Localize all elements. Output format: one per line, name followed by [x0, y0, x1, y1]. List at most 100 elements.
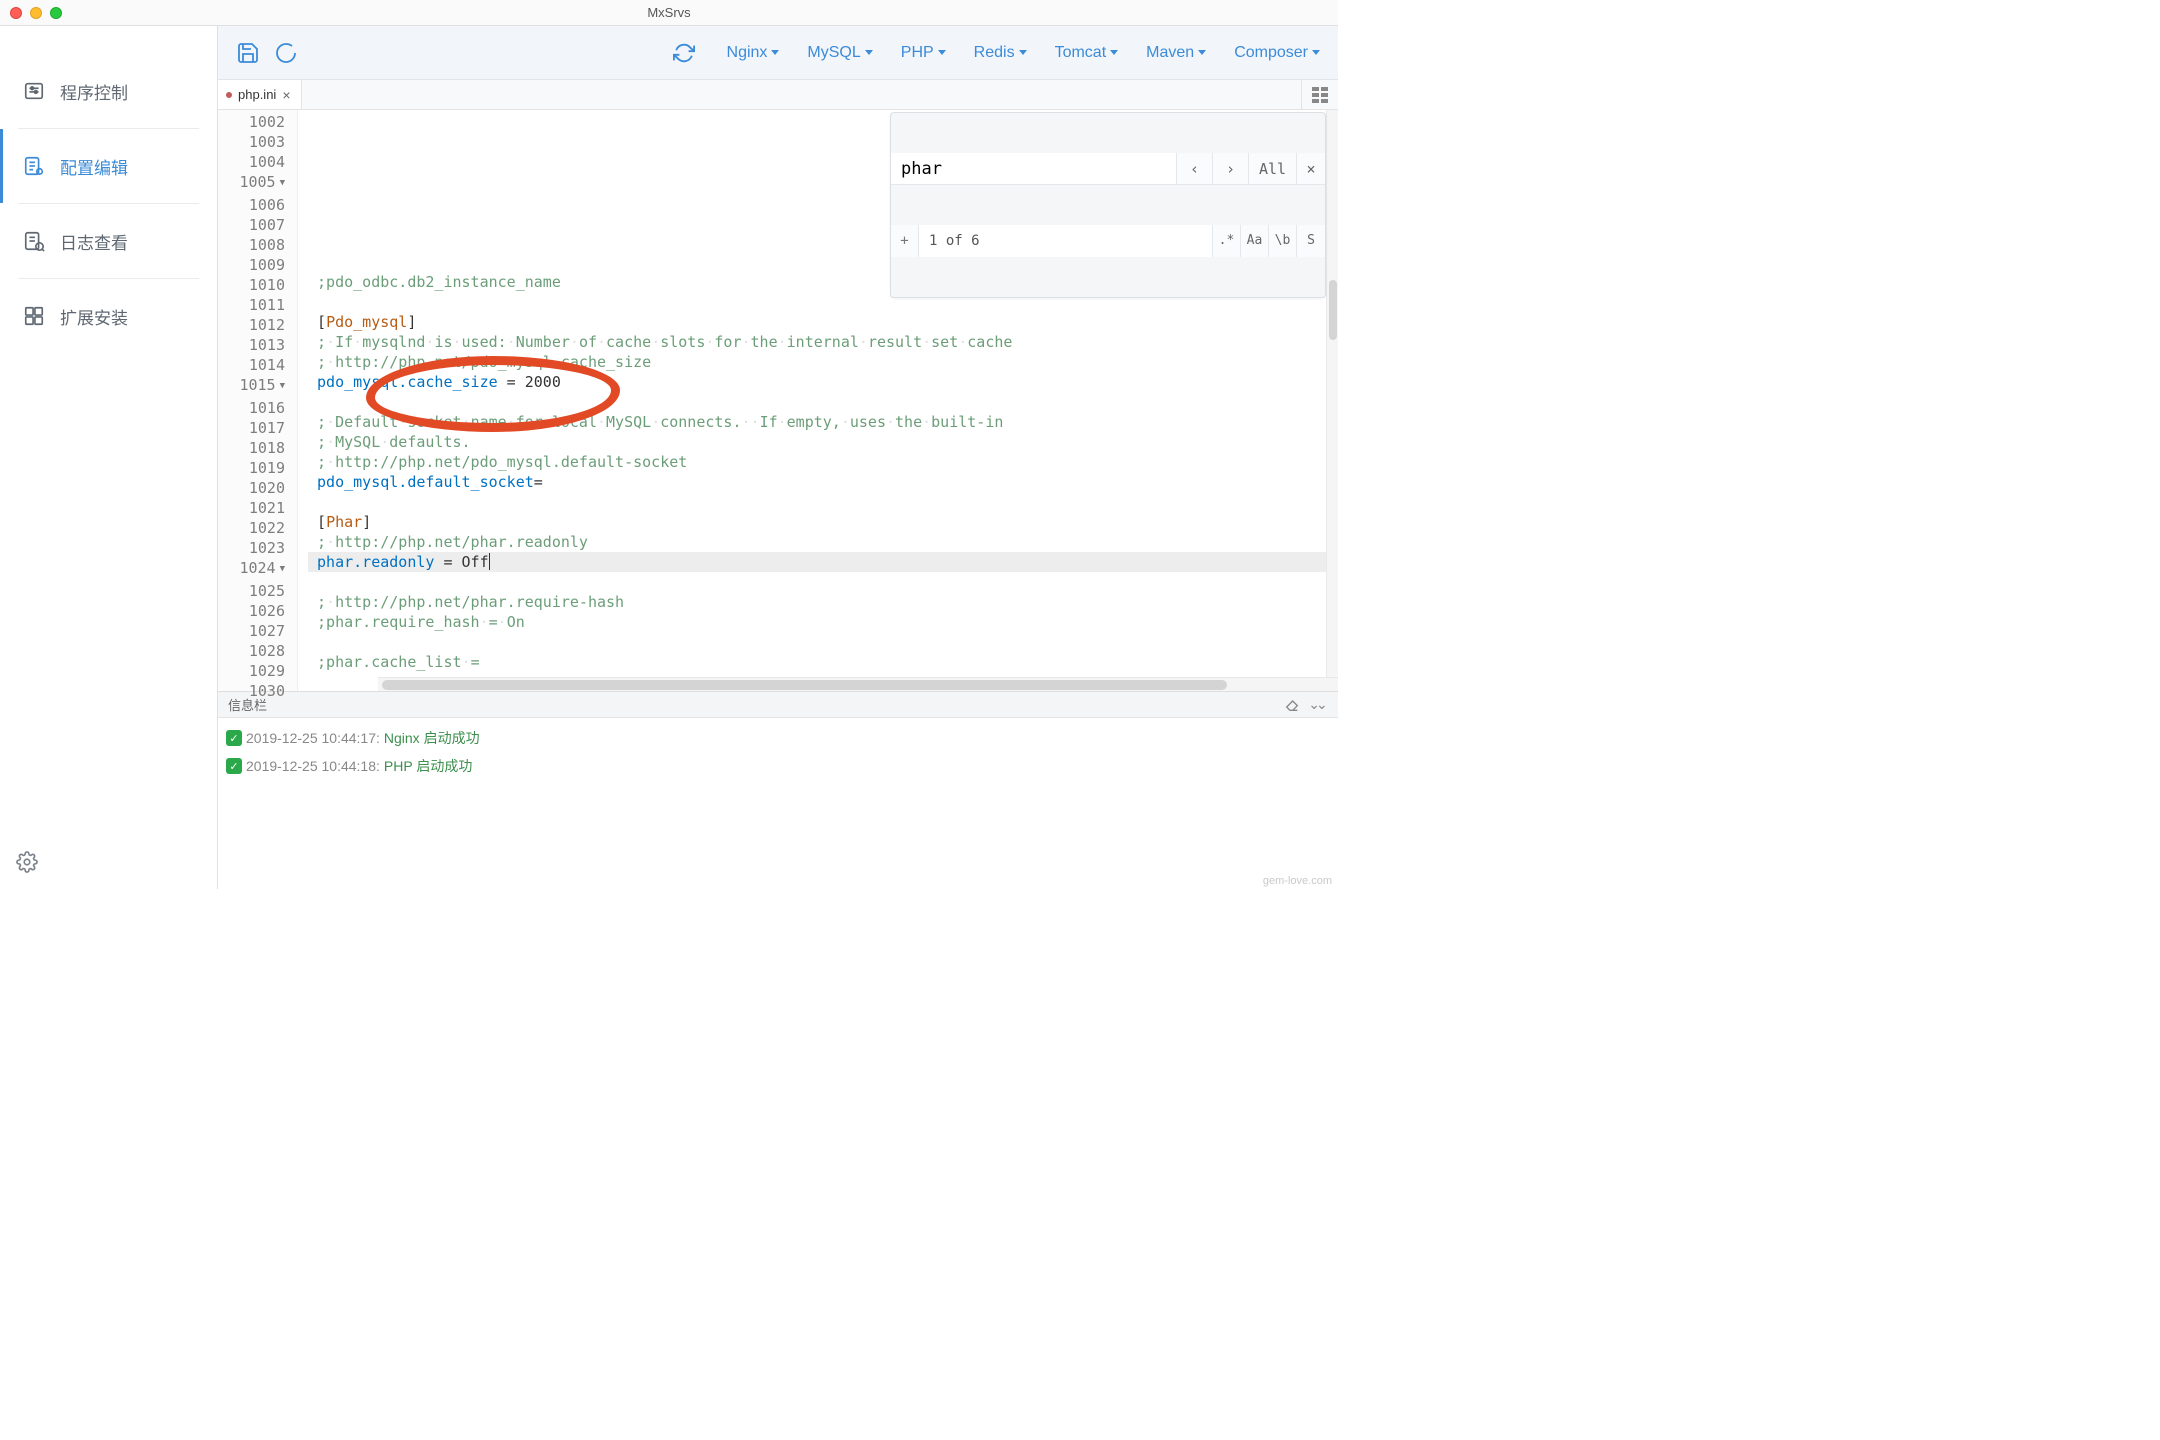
- plus-icon: +: [900, 231, 908, 251]
- zoom-window-button[interactable]: [50, 7, 62, 19]
- code-line[interactable]: ;·MySQL·defaults.: [308, 432, 1338, 452]
- code-line[interactable]: ;·If·mysqlnd·is·used:·Number·of·cache·sl…: [308, 332, 1338, 352]
- menu-label: Nginx: [727, 44, 768, 62]
- service-menu-mysql[interactable]: MySQL: [807, 44, 872, 62]
- find-wholeword-toggle[interactable]: \b: [1269, 225, 1297, 257]
- log-row: ✓2019-12-25 10:44:17: Nginx 启动成功: [226, 724, 1330, 752]
- sidebar-item-label: 扩展安装: [60, 304, 128, 329]
- minimize-window-button[interactable]: [30, 7, 42, 19]
- find-panel: ‹ › All × + 1 of 6 .* Aa \b S: [890, 112, 1326, 298]
- find-input[interactable]: [891, 153, 1177, 184]
- code-line[interactable]: ;·Default·socket·name·for·local·MySQL·co…: [308, 412, 1338, 432]
- log-icon: [22, 230, 46, 252]
- code-line[interactable]: ;·http://php.net/pdo_mysql.cache_size: [308, 352, 1338, 372]
- save-icon: [236, 41, 260, 65]
- code-line[interactable]: [Phar]: [308, 512, 1338, 532]
- sidebar-item-2[interactable]: 日志查看: [0, 204, 217, 278]
- chevron-double-down-icon: ⌄⌄: [1308, 696, 1323, 713]
- code-line[interactable]: pdo_mysql.cache_size = 2000: [308, 372, 1338, 392]
- sidebar-item-label: 日志查看: [60, 229, 128, 254]
- scroll-thumb[interactable]: [382, 680, 1227, 690]
- scroll-thumb[interactable]: [1329, 280, 1337, 340]
- refresh-icon: [274, 41, 298, 65]
- find-selection-toggle[interactable]: S: [1297, 225, 1325, 257]
- code-line[interactable]: [308, 572, 1338, 592]
- find-close-button[interactable]: ×: [1297, 153, 1325, 184]
- code-line[interactable]: ;·http://php.net/pdo_mysql.default-socke…: [308, 452, 1338, 472]
- code-line[interactable]: [308, 492, 1338, 512]
- service-menu-composer[interactable]: Composer: [1234, 44, 1320, 62]
- find-case-toggle[interactable]: Aa: [1241, 225, 1269, 257]
- menu-label: MySQL: [807, 44, 860, 62]
- sidebar-item-0[interactable]: 程序控制: [0, 54, 217, 128]
- caret-down-icon: [865, 50, 873, 55]
- service-menu-nginx[interactable]: Nginx: [727, 44, 780, 62]
- close-icon: ×: [1306, 159, 1315, 179]
- split-view-button[interactable]: [1301, 80, 1338, 109]
- close-window-button[interactable]: [10, 7, 22, 19]
- service-menu-tomcat[interactable]: Tomcat: [1055, 44, 1119, 62]
- menu-label: PHP: [901, 44, 934, 62]
- dirty-indicator-icon: [226, 92, 232, 98]
- caret-down-icon: [1198, 50, 1206, 55]
- service-menu-redis[interactable]: Redis: [974, 44, 1027, 62]
- caret-down-icon: [1312, 50, 1320, 55]
- caret-down-icon: [771, 50, 779, 55]
- chevron-right-icon: ›: [1226, 159, 1235, 179]
- ext-icon: [22, 305, 46, 327]
- code-line[interactable]: pdo_mysql.default_socket=: [308, 472, 1338, 492]
- settings-gear[interactable]: [0, 839, 217, 889]
- find-regex-toggle[interactable]: .*: [1213, 225, 1241, 257]
- code-line[interactable]: [308, 632, 1338, 652]
- find-all-button[interactable]: All: [1249, 153, 1297, 184]
- info-collapse-button[interactable]: ⌄⌄: [1304, 696, 1328, 713]
- find-prev-button[interactable]: ‹: [1177, 153, 1213, 184]
- gear-icon: [16, 851, 38, 873]
- code-line[interactable]: ;phar.cache_list·=: [308, 652, 1338, 672]
- chevron-left-icon: ‹: [1190, 159, 1199, 179]
- window-title: MxSrvs: [10, 5, 1328, 20]
- info-panel: 信息栏 ⌄⌄ ✓2019-12-25 10:44:17: Nginx 启动成功✓…: [218, 691, 1338, 889]
- menu-label: Composer: [1234, 44, 1308, 62]
- editor-vscrollbar[interactable]: [1326, 110, 1338, 677]
- code-line[interactable]: [308, 392, 1338, 412]
- titlebar: MxSrvs: [0, 0, 1338, 26]
- sidebar-item-1[interactable]: 配置编辑: [0, 129, 217, 203]
- caret-down-icon: [1019, 50, 1027, 55]
- editor-tabbar: php.ini ×: [218, 80, 1338, 110]
- sidebar-item-label: 配置编辑: [60, 154, 128, 179]
- eraser-icon: [1284, 697, 1300, 713]
- tab-label: php.ini: [238, 87, 276, 102]
- service-menu-maven[interactable]: Maven: [1146, 44, 1206, 62]
- editor-hscrollbar[interactable]: [378, 677, 1338, 691]
- editor-toolbar: Nginx MySQL PHP Redis Tomcat Maven Composer: [218, 26, 1338, 80]
- code-line[interactable]: ;phar.require_hash·=·On: [308, 612, 1338, 632]
- code-line[interactable]: [Pdo_mysql]: [308, 312, 1338, 332]
- refresh-button[interactable]: [274, 41, 298, 65]
- save-button[interactable]: [236, 41, 260, 65]
- log-message: Nginx 启动成功: [384, 728, 480, 748]
- sliders-icon: [22, 80, 46, 102]
- find-count: 1 of 6: [919, 225, 1213, 257]
- log-timestamp: 2019-12-25 10:44:17:: [246, 730, 380, 746]
- menu-label: Tomcat: [1055, 44, 1107, 62]
- code-line[interactable]: phar.readonly = Off: [308, 552, 1338, 572]
- service-menu-php[interactable]: PHP: [901, 44, 946, 62]
- code-editor[interactable]: 1002100310041005▼10061007100810091010101…: [218, 110, 1338, 691]
- check-icon: ✓: [226, 758, 242, 774]
- find-next-button[interactable]: ›: [1213, 153, 1249, 184]
- reload-all-button[interactable]: [673, 42, 695, 64]
- code-line[interactable]: ;·http://php.net/phar.require-hash: [308, 592, 1338, 612]
- caret-down-icon: [1110, 50, 1118, 55]
- check-icon: ✓: [226, 730, 242, 746]
- sidebar-item-3[interactable]: 扩展安装: [0, 279, 217, 353]
- code-line[interactable]: ;·http://php.net/phar.readonly: [308, 532, 1338, 552]
- info-clear-button[interactable]: [1280, 697, 1304, 713]
- find-expand-button[interactable]: +: [891, 225, 919, 257]
- sidebar-item-label: 程序控制: [60, 79, 128, 104]
- reload-icon: [673, 42, 695, 64]
- watermark: gem-love.com: [1263, 875, 1332, 887]
- sidebar: 程序控制配置编辑日志查看扩展安装: [0, 26, 218, 889]
- tab-phpini[interactable]: php.ini ×: [218, 80, 302, 109]
- tab-close-button[interactable]: ×: [282, 87, 290, 103]
